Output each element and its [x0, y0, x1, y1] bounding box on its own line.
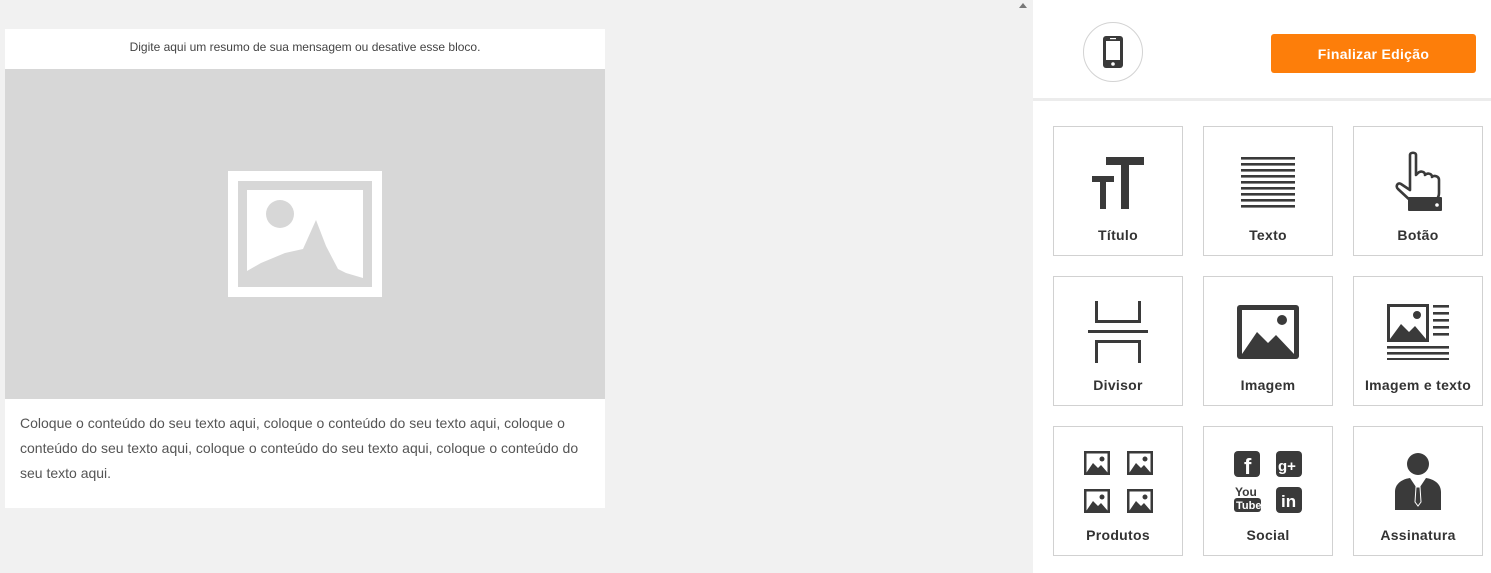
block-signature[interactable]: Assinatura — [1353, 426, 1483, 556]
divider-icon — [1088, 301, 1148, 363]
hand-pointer-icon — [1395, 151, 1442, 211]
content-blocks-grid: Título Texto Botão Divisor Imagem Imagem… — [1053, 126, 1483, 556]
image-text-icon — [1387, 304, 1449, 360]
preheader-block[interactable]: Digite aqui um resumo de sua mensagem ou… — [5, 29, 605, 69]
svg-text:f: f — [1244, 454, 1252, 479]
title-icon — [1092, 157, 1144, 209]
social-icons-icon: f g+ You Tube in — [1234, 451, 1302, 513]
block-title[interactable]: Título — [1053, 126, 1183, 256]
products-grid-icon — [1084, 451, 1153, 513]
block-label: Imagem e texto — [1364, 377, 1472, 393]
scroll-up-arrow-icon[interactable] — [1019, 3, 1027, 8]
image-placeholder-icon — [228, 171, 382, 297]
block-label: Botão — [1397, 227, 1439, 243]
editor-sidebar: Finalizar Edição Título Texto Botão Divi… — [1033, 0, 1491, 573]
block-label: Divisor — [1093, 377, 1143, 393]
block-label: Texto — [1249, 227, 1287, 243]
block-label: Assinatura — [1380, 527, 1456, 543]
text-lines-icon — [1241, 157, 1295, 208]
block-social[interactable]: f g+ You Tube in Social — [1203, 426, 1333, 556]
image-icon — [1237, 305, 1299, 359]
block-image-text[interactable]: Imagem e texto — [1353, 276, 1483, 406]
email-canvas: Digite aqui um resumo de sua mensagem ou… — [0, 0, 1033, 573]
svg-text:You: You — [1235, 485, 1257, 499]
block-label: Título — [1098, 227, 1138, 243]
block-button[interactable]: Botão — [1353, 126, 1483, 256]
block-image[interactable]: Imagem — [1203, 276, 1333, 406]
block-label: Imagem — [1240, 377, 1296, 393]
svg-text:Tube: Tube — [1236, 500, 1261, 512]
person-signature-icon — [1395, 453, 1441, 510]
text-block[interactable]: Coloque o conteúdo do seu texto aqui, co… — [5, 399, 605, 508]
block-label: Produtos — [1086, 527, 1150, 543]
mobile-preview-button[interactable] — [1083, 22, 1143, 82]
mobile-phone-icon — [1103, 36, 1123, 68]
sidebar-header: Finalizar Edição — [1033, 0, 1491, 101]
image-block[interactable] — [5, 69, 605, 399]
svg-text:in: in — [1281, 492, 1296, 511]
block-divider[interactable]: Divisor — [1053, 276, 1183, 406]
block-text[interactable]: Texto — [1203, 126, 1333, 256]
finish-editing-button[interactable]: Finalizar Edição — [1271, 34, 1476, 73]
email-template: Digite aqui um resumo de sua mensagem ou… — [5, 29, 605, 508]
block-products[interactable]: Produtos — [1053, 426, 1183, 556]
svg-text:g+: g+ — [1278, 458, 1296, 475]
block-label: Social — [1246, 527, 1290, 543]
